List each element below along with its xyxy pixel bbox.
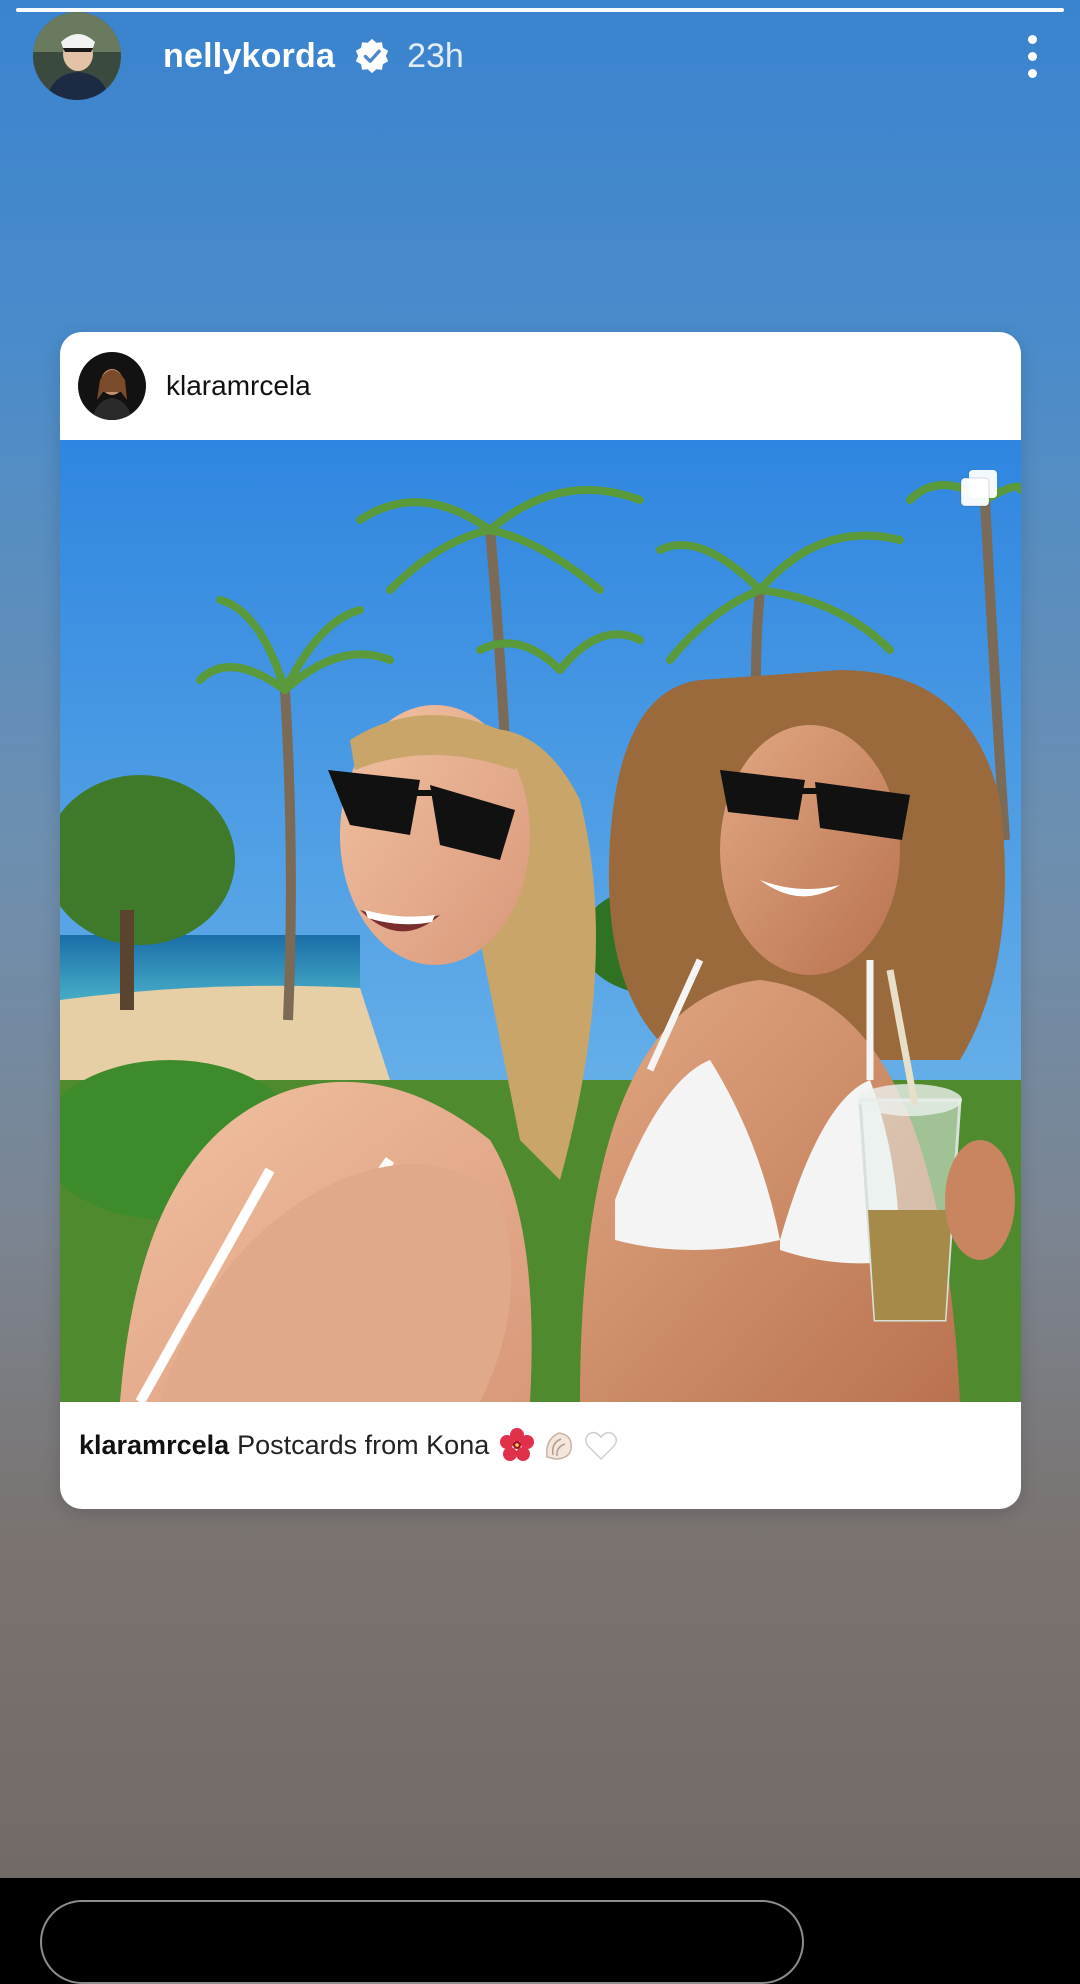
hibiscus-icon — [500, 1428, 535, 1461]
more-options-icon[interactable] — [1017, 26, 1047, 86]
caption-emojis — [499, 1427, 619, 1463]
caption-username[interactable]: klaramrcela — [79, 1430, 229, 1461]
verified-badge-icon — [355, 38, 389, 74]
story-header: nellykorda 23h — [33, 12, 1047, 100]
shell-icon — [546, 1432, 573, 1460]
shared-post-card[interactable]: klaramrcela klaramrcela Postcards from K… — [60, 332, 1021, 1509]
caption-text: Postcards from Kona — [237, 1429, 490, 1460]
story-timestamp: 23h — [407, 36, 464, 75]
story-reply-input[interactable] — [40, 1900, 804, 1984]
story-viewer[interactable]: nellykorda 23h klaramrcela klaramrcela P… — [0, 0, 1080, 1878]
shared-post-username[interactable]: klaramrcela — [166, 370, 311, 402]
shared-post-photo[interactable] — [60, 440, 1021, 1402]
shared-post-header: klaramrcela — [60, 332, 1021, 440]
shared-post-caption: klaramrcela Postcards from Kona — [79, 1427, 619, 1463]
white-heart-icon — [585, 1431, 618, 1461]
story-author-username[interactable]: nellykorda — [163, 37, 335, 76]
carousel-icon — [960, 470, 997, 507]
shared-post-avatar[interactable] — [78, 352, 146, 420]
story-author-avatar[interactable] — [33, 12, 121, 100]
